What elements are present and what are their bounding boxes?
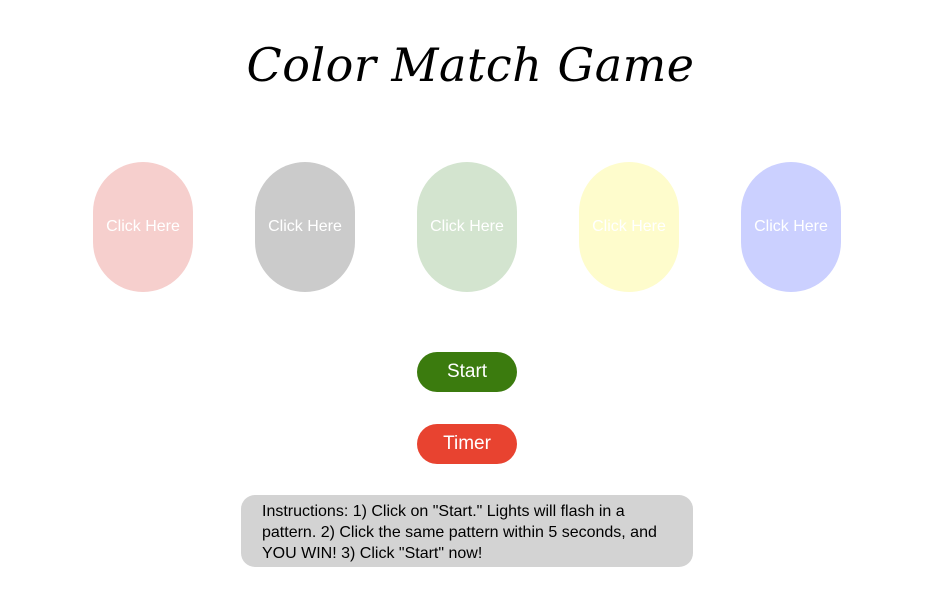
light-red[interactable]: Click Here xyxy=(93,162,193,292)
light-blue-label: Click Here xyxy=(754,218,828,235)
light-green[interactable]: Click Here xyxy=(417,162,517,292)
light-gray[interactable]: Click Here xyxy=(255,162,355,292)
light-yellow-label: Click Here xyxy=(592,218,666,235)
light-gray-label: Click Here xyxy=(268,218,342,235)
light-blue[interactable]: Click Here xyxy=(741,162,841,292)
instructions-box: Instructions: 1) Click on "Start." Light… xyxy=(241,495,693,567)
light-red-label: Click Here xyxy=(106,218,180,235)
game-title: Color Match Game xyxy=(246,38,695,92)
light-green-label: Click Here xyxy=(430,218,504,235)
light-yellow[interactable]: Click Here xyxy=(579,162,679,292)
start-button[interactable]: Start xyxy=(417,352,517,392)
timer-button[interactable]: Timer xyxy=(417,424,517,464)
light-row: Click Here Click Here Click Here Click H… xyxy=(0,162,941,292)
